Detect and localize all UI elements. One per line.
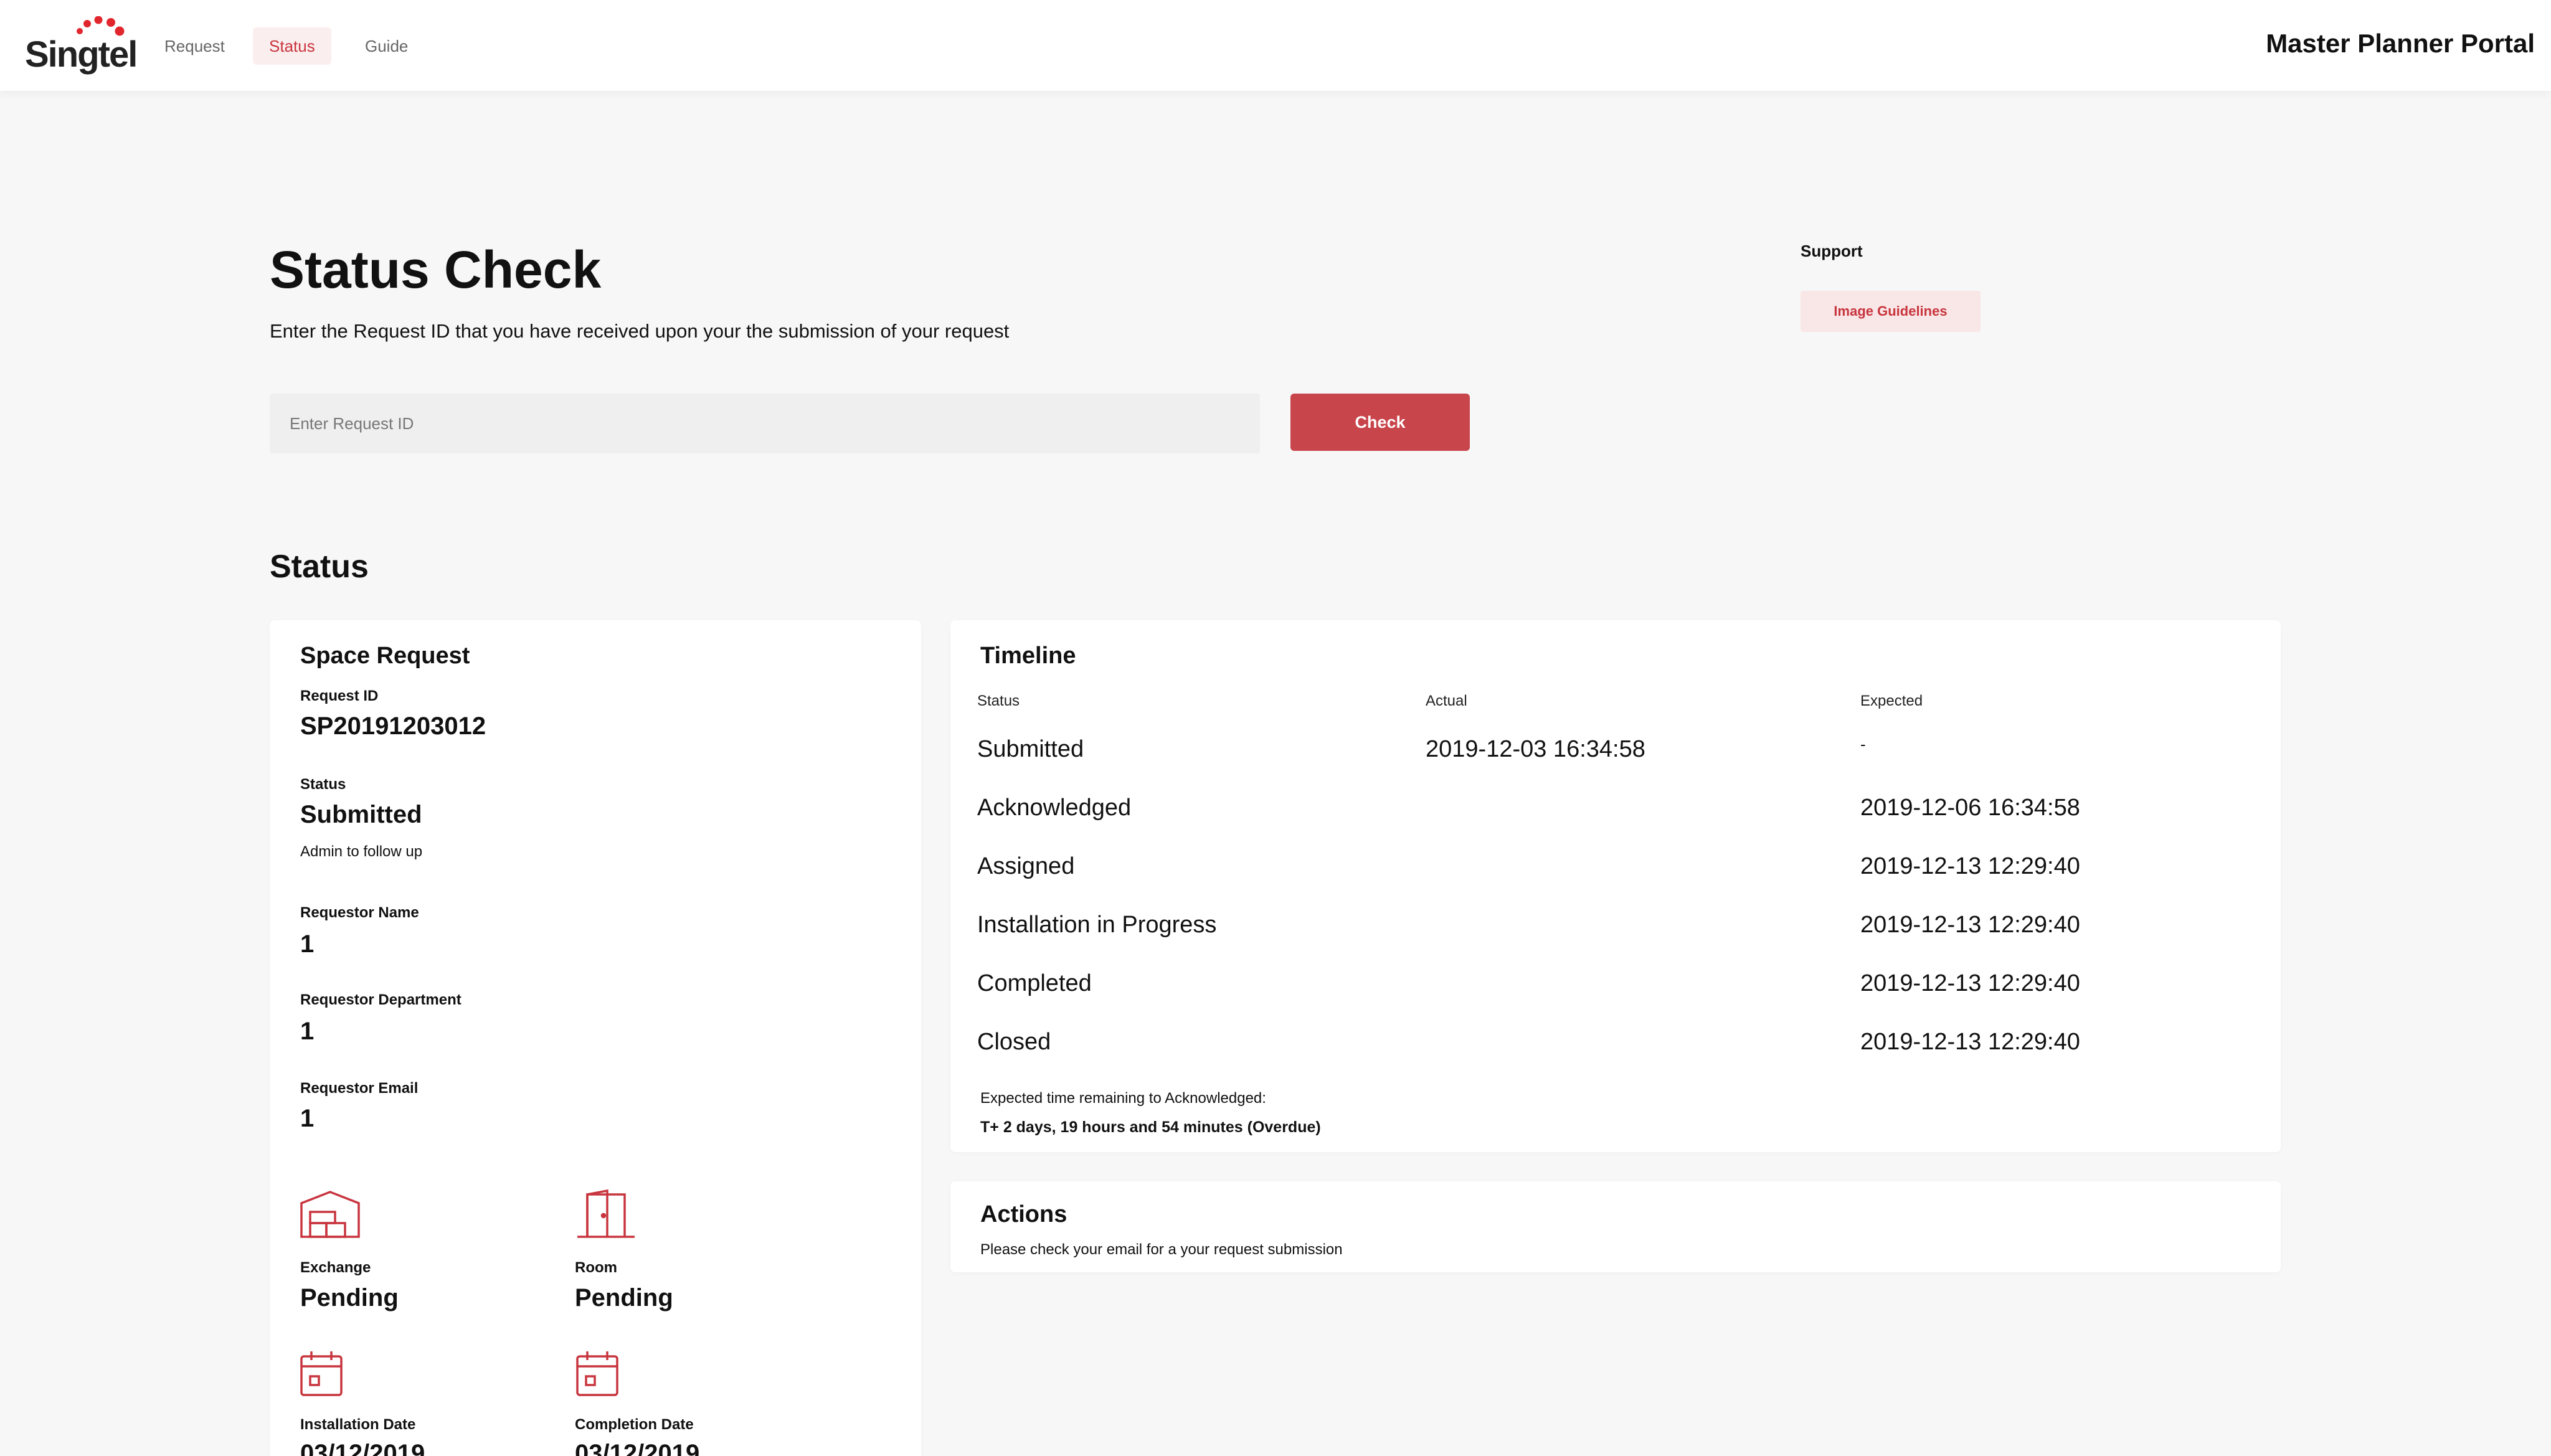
exchange-building-icon xyxy=(300,1191,360,1238)
check-button[interactable]: Check xyxy=(1290,394,1470,451)
installation-date-label: Installation Date xyxy=(300,1416,416,1433)
status-label: Status xyxy=(300,776,346,793)
exchange-label: Exchange xyxy=(300,1259,371,1276)
request-id-input[interactable] xyxy=(270,394,1260,453)
timeline-header-expected: Expected xyxy=(1860,693,1923,709)
page-subtitle: Enter the Request ID that you have recei… xyxy=(270,320,1010,342)
timeline-expected-assigned: 2019-12-13 12:29:40 xyxy=(1860,853,2080,879)
timeline-expected-acknowledged: 2019-12-06 16:34:58 xyxy=(1860,795,2080,821)
timeline-status-installation: Installation in Progress xyxy=(977,912,1217,938)
completion-date-value: 03/12/2019 xyxy=(575,1440,700,1456)
timeline-status-acknowledged: Acknowledged xyxy=(977,795,1132,821)
timeline-header-actual: Actual xyxy=(1426,693,1467,709)
room-value: Pending xyxy=(575,1284,673,1312)
request-id-label: Request ID xyxy=(300,688,379,704)
requestor-name-value: 1 xyxy=(300,930,315,958)
timeline-title: Timeline xyxy=(980,643,1076,669)
calendar-icon xyxy=(300,1351,343,1396)
nav-guide[interactable]: Guide xyxy=(349,27,424,65)
exchange-value: Pending xyxy=(300,1284,399,1312)
installation-date-value: 03/12/2019 xyxy=(300,1440,425,1456)
requestor-name-label: Requestor Name xyxy=(300,904,419,921)
status-section-title: Status xyxy=(270,549,369,585)
timeline-status-completed: Completed xyxy=(977,970,1092,996)
timeline-header-status: Status xyxy=(977,693,1020,709)
requestor-department-label: Requestor Department xyxy=(300,991,461,1008)
actions-message: Please check your email for a your reque… xyxy=(980,1241,1343,1258)
remaining-time-label: Expected time remaining to Acknowledged: xyxy=(980,1090,1266,1107)
status-note: Admin to follow up xyxy=(300,843,423,860)
timeline-expected-closed: 2019-12-13 12:29:40 xyxy=(1860,1029,2080,1055)
remaining-time-value: T+ 2 days, 19 hours and 54 minutes (Over… xyxy=(980,1118,1321,1136)
request-id-value: SP20191203012 xyxy=(300,712,486,740)
calendar-icon xyxy=(576,1351,618,1396)
logo-wordmark: Singtel xyxy=(25,34,138,75)
timeline-status-closed: Closed xyxy=(977,1029,1051,1055)
timeline-expected-submitted: - xyxy=(1860,735,1866,754)
image-guidelines-button[interactable]: Image Guidelines xyxy=(1801,291,1981,332)
nav-status[interactable]: Status xyxy=(253,27,331,65)
timeline-actual-submitted: 2019-12-03 16:34:58 xyxy=(1426,736,1645,762)
requestor-email-value: 1 xyxy=(300,1105,315,1132)
space-request-title: Space Request xyxy=(300,643,470,669)
support-label: Support xyxy=(1801,242,1863,260)
timeline-expected-completed: 2019-12-13 12:29:40 xyxy=(1860,970,2080,996)
completion-date-label: Completion Date xyxy=(575,1416,694,1433)
timeline-expected-installation: 2019-12-13 12:29:40 xyxy=(1860,912,2080,938)
status-value: Submitted xyxy=(300,801,422,828)
room-label: Room xyxy=(575,1259,617,1276)
nav-request[interactable]: Request xyxy=(148,27,241,65)
singtel-logo[interactable]: Singtel xyxy=(25,16,138,75)
timeline-status-assigned: Assigned xyxy=(977,853,1075,879)
timeline-card: Timeline Status Actual Expected Submitte… xyxy=(950,620,2281,1152)
requestor-email-label: Requestor Email xyxy=(300,1080,419,1097)
timeline-status-submitted: Submitted xyxy=(977,736,1084,762)
page-title: Status Check xyxy=(270,240,602,299)
top-navbar: Singtel Request Status Guide Master Plan… xyxy=(0,0,2551,91)
portal-title: Master Planner Portal xyxy=(2266,29,2535,58)
actions-card: Actions Please check your email for a yo… xyxy=(950,1181,2281,1272)
actions-title: Actions xyxy=(980,1201,1067,1227)
space-request-card: Space Request Request ID SP20191203012 S… xyxy=(270,620,921,1456)
requestor-department-value: 1 xyxy=(300,1018,315,1045)
room-door-icon xyxy=(577,1189,635,1238)
